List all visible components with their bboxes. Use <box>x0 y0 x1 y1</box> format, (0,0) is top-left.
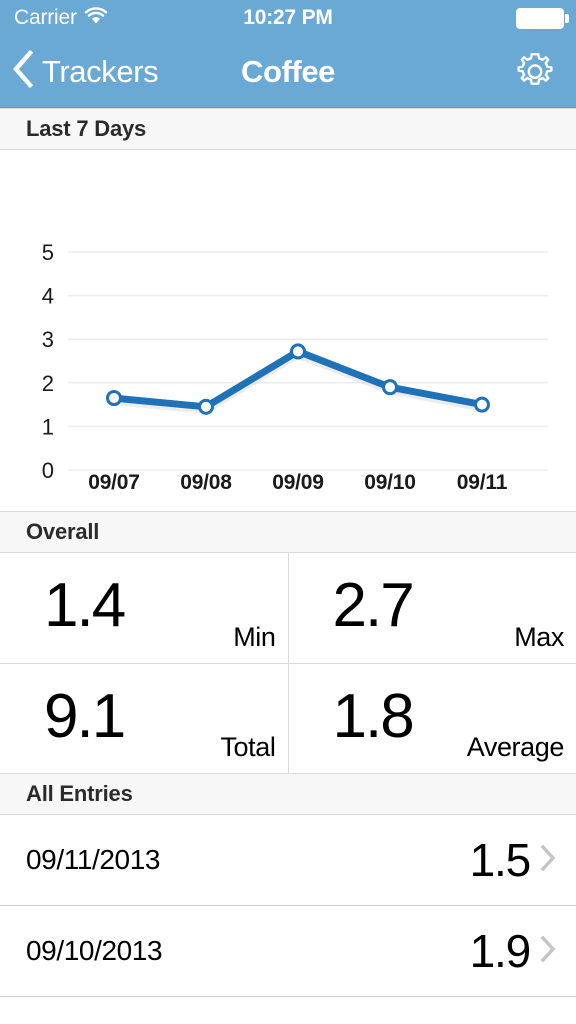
stats-row: 9.1 Total 1.8 Average <box>0 663 576 773</box>
entry-right: 1.5 <box>470 833 558 887</box>
svg-text:5: 5 <box>42 240 54 265</box>
entry-value: 1.5 <box>469 834 532 886</box>
settings-button[interactable] <box>512 49 558 95</box>
page-title: Coffee <box>240 53 336 89</box>
svg-text:3: 3 <box>42 327 54 352</box>
stat-cell-total: 9.1 Total <box>0 664 288 773</box>
stat-value: 9.1 <box>44 681 126 751</box>
entry-date: 09/10/2013 <box>26 935 163 966</box>
section-header-overall: Overall <box>0 511 576 553</box>
entry-right: 2.7 <box>470 1015 558 1024</box>
svg-text:4: 4 <box>42 284 54 309</box>
entry-date: 09/11/2013 <box>26 844 161 875</box>
entries-list: 09/11/2013 1.5 09/10/2013 1.9 <box>0 815 576 1024</box>
stat-cell-max: 2.7 Max <box>287 553 576 663</box>
navigation-bar: Trackers Coffee <box>0 36 576 108</box>
section-header-entries: All Entries <box>0 773 576 815</box>
battery-full-icon <box>516 7 569 29</box>
svg-text:0: 0 <box>42 458 54 483</box>
stat-value: 1.8 <box>332 681 415 751</box>
status-bar-time: 10:27 PM <box>243 6 333 29</box>
chevron-right-icon <box>538 842 558 879</box>
stats-row: 1.4 Min 2.7 Max <box>0 553 576 663</box>
list-item[interactable]: 09/11/2013 1.5 <box>0 815 576 906</box>
stat-value: 1.4 <box>44 571 126 640</box>
entry-value: 2.7 <box>470 1015 532 1024</box>
stat-label: Min <box>233 622 276 652</box>
status-bar: Carrier 10:27 PM <box>0 0 576 36</box>
chart-last-7-days: 012345 09/07 09/08 09/09 09/10 09/11 <box>0 150 576 511</box>
stat-cell-average: 1.8 Average <box>287 664 576 773</box>
stat-label: Max <box>514 622 564 652</box>
entry-value: 1.9 <box>469 925 532 977</box>
stat-label: Average <box>466 732 565 762</box>
status-bar-right <box>516 7 569 29</box>
svg-text:2: 2 <box>42 371 54 396</box>
svg-text:1: 1 <box>42 414 54 439</box>
stat-cell-min: 1.4 Min <box>0 553 288 663</box>
stat-label: Total <box>220 732 276 762</box>
list-item[interactable]: 09/09/2013 2.7 <box>0 997 576 1024</box>
overall-stats-grid: 1.4 Min 2.7 Max 9.1 Total 1.8 Average <box>0 553 576 773</box>
chevron-right-icon <box>538 933 558 970</box>
app-screen: Carrier 10:27 PM Trackers Coffee Last 7 … <box>0 0 576 1024</box>
entry-right: 1.9 <box>470 924 558 978</box>
list-item[interactable]: 09/10/2013 1.9 <box>0 906 576 997</box>
chart-svg: 0 1 2 3 4 5 <box>42 240 548 483</box>
stat-value: 2.7 <box>332 571 415 640</box>
section-header-chart: Last 7 Days <box>0 108 576 150</box>
gear-icon <box>512 52 558 99</box>
